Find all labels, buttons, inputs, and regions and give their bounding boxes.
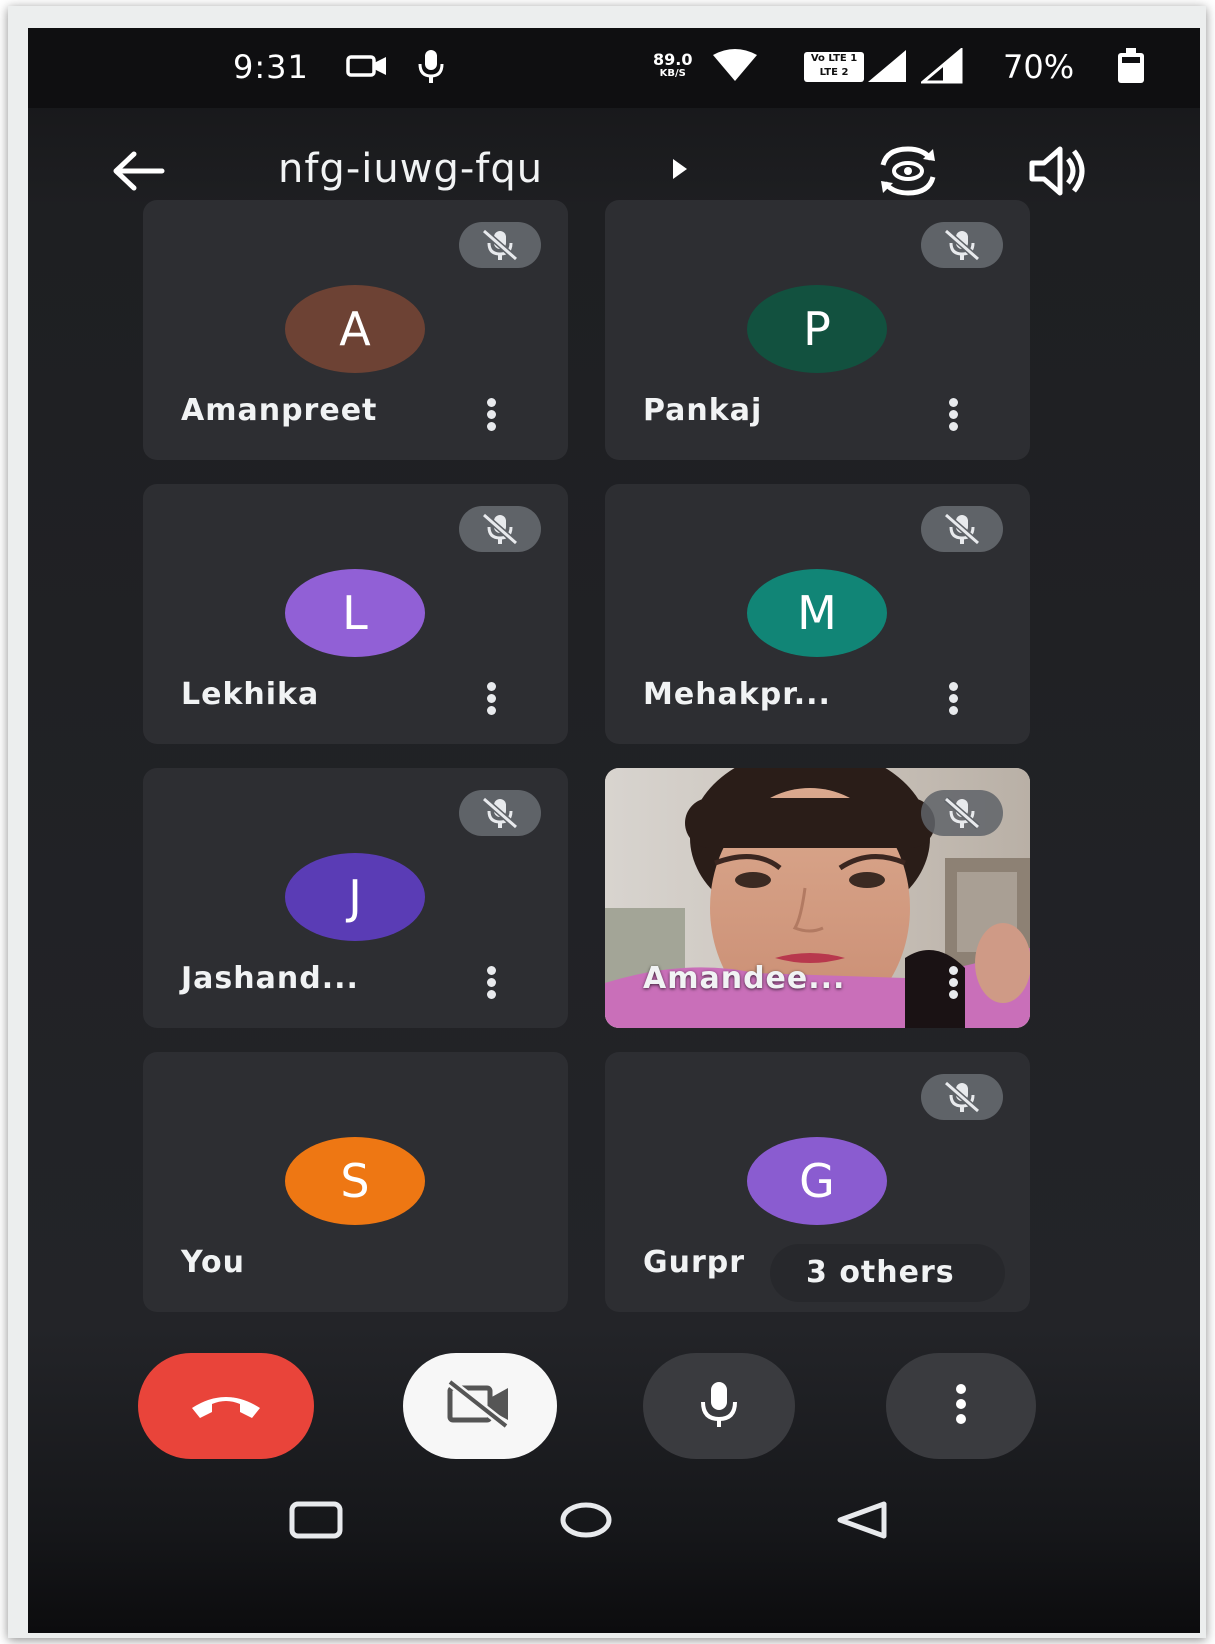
more-vertical-icon[interactable] <box>481 680 501 720</box>
mic-active-icon <box>416 46 446 86</box>
participant-name: Gurpr <box>643 1245 746 1280</box>
more-vertical-icon[interactable] <box>943 964 963 1004</box>
participant-name: Mehakpr... <box>643 677 831 712</box>
signal-sim1-icon <box>866 46 908 86</box>
mic-off-icon <box>459 506 541 552</box>
mic-off-icon <box>921 1074 1003 1120</box>
end-call-button[interactable] <box>138 1353 314 1459</box>
participant-tile[interactable]: M Mehakpr... <box>605 484 1030 744</box>
battery-percent: 70% <box>1003 48 1075 86</box>
participant-tile[interactable]: P Pankaj <box>605 200 1030 460</box>
avatar: G <box>747 1137 887 1225</box>
others-chip[interactable]: 3 others <box>770 1244 1005 1302</box>
participant-name: Pankaj <box>643 393 763 428</box>
camera-toggle-button[interactable] <box>403 1353 557 1459</box>
switch-camera-icon[interactable] <box>873 143 943 203</box>
camera-active-icon <box>346 46 390 86</box>
avatar: L <box>285 569 425 657</box>
avatar: M <box>747 569 887 657</box>
mic-off-icon <box>921 506 1003 552</box>
wifi-icon <box>711 46 759 86</box>
more-options-button[interactable] <box>886 1353 1036 1459</box>
phone-hangup-icon <box>186 1384 266 1428</box>
participant-tile[interactable]: L Lekhika <box>143 484 568 744</box>
more-vertical-icon[interactable] <box>943 680 963 720</box>
mic-button[interactable] <box>643 1353 795 1459</box>
signal-sim2-icon <box>921 46 963 86</box>
more-vertical-icon[interactable] <box>481 396 501 436</box>
participant-name: Amandee... <box>643 961 846 996</box>
avatar: J <box>285 853 425 941</box>
participant-tile[interactable]: A Amanpreet <box>143 200 568 460</box>
participant-name: You <box>181 1245 245 1280</box>
participant-name: Jashand... <box>181 961 359 996</box>
meeting-info-arrow-icon[interactable] <box>670 156 690 186</box>
back-icon[interactable] <box>834 1500 890 1544</box>
avatar: P <box>747 285 887 373</box>
battery-icon <box>1116 46 1146 86</box>
participant-tile[interactable]: G Gurpr 3 others <box>605 1052 1030 1312</box>
network-speed: 89.0 KB/S <box>653 50 693 80</box>
speaker-icon[interactable] <box>1028 143 1092 203</box>
recents-icon[interactable] <box>288 1500 344 1544</box>
participant-name: Amanpreet <box>181 393 378 428</box>
mic-off-icon <box>459 790 541 836</box>
status-bar: 9:31 89.0 KB/S Vo LTE 1 LTE 2 70% <box>28 28 1200 108</box>
more-vertical-icon[interactable] <box>943 396 963 436</box>
meeting-code-title[interactable]: nfg-iuwg-fqu <box>278 146 543 192</box>
mic-icon <box>696 1379 742 1433</box>
self-tile[interactable]: S You <box>143 1052 568 1312</box>
participant-tile[interactable]: J Jashand... <box>143 768 568 1028</box>
home-icon[interactable] <box>558 1500 614 1544</box>
mic-off-icon <box>921 222 1003 268</box>
avatar: A <box>285 285 425 373</box>
back-arrow-button[interactable] <box>108 146 168 196</box>
mic-off-icon <box>921 790 1003 836</box>
participant-name: Lekhika <box>181 677 320 712</box>
avatar: S <box>285 1137 425 1225</box>
volte-badge: Vo LTE 1 LTE 2 <box>804 52 864 82</box>
status-time: 9:31 <box>233 48 309 86</box>
more-vertical-icon[interactable] <box>481 964 501 1004</box>
mic-off-icon <box>459 222 541 268</box>
video-off-icon <box>444 1378 516 1432</box>
participant-video-tile[interactable]: Amandee... <box>605 768 1030 1028</box>
phone-screen: 9:31 89.0 KB/S Vo LTE 1 LTE 2 70% nfg-iu… <box>28 28 1200 1633</box>
more-vertical-icon <box>953 1383 969 1429</box>
